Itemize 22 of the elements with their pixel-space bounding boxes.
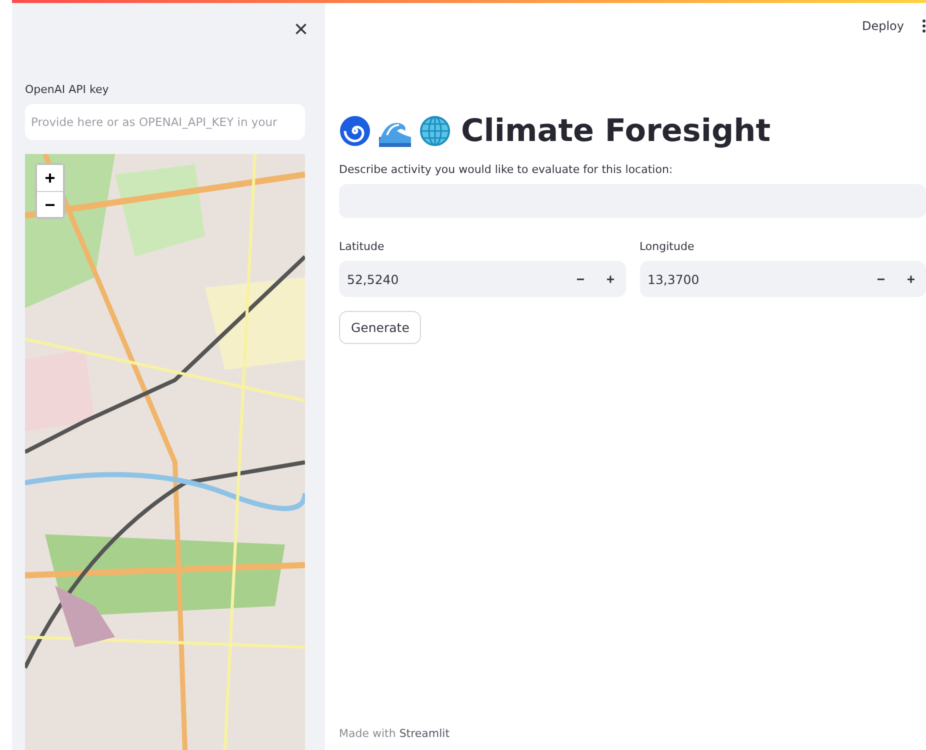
number-value: 52,5240: [347, 272, 400, 286]
api-key-field[interactable]: Provide here or as OPENAI_API_KEY in your: [25, 104, 305, 140]
close-button[interactable]: ×: [294, 17, 308, 43]
generate-button[interactable]: Generate: [339, 311, 422, 344]
api-key-label: OpenAI API key: [25, 83, 110, 96]
number-value: 13,3700: [648, 272, 700, 286]
more-menu-icon[interactable]: [922, 19, 926, 33]
deploy-button[interactable]: Deploy: [862, 19, 904, 33]
number-field[interactable]: 52,5240 − +: [339, 261, 626, 297]
decrement-button[interactable]: −: [866, 271, 896, 287]
globe-icon: [419, 115, 451, 147]
zoom-out-button[interactable]: −: [37, 191, 63, 217]
spiral-icon: [339, 115, 371, 147]
number-label: Latitude: [339, 240, 386, 253]
footer-text: Made with Streamlit: [338, 727, 451, 742]
page-title: Climate Foresight: [461, 113, 771, 149]
activity-label: Describe activity you would like to evaluate for this location:: [339, 163, 674, 176]
increment-button[interactable]: +: [596, 271, 626, 287]
number-label: Longitude: [640, 240, 696, 253]
decrement-button[interactable]: −: [566, 271, 596, 287]
increment-button[interactable]: +: [896, 271, 926, 287]
number-field[interactable]: 13,3700 − +: [640, 261, 926, 297]
